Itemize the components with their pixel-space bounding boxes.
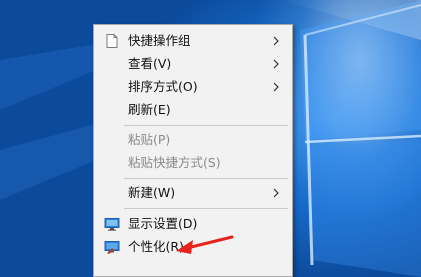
red-annotation-arrow-icon — [176, 235, 234, 254]
desktop-background: 快捷操作组 查看(V) 排序方式(O) 刷新(E) 粘贴(P) 粘贴快捷方式(S — [0, 0, 421, 277]
